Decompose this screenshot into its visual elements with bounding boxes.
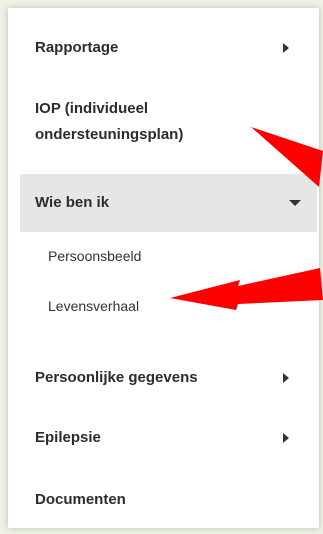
chevron-down-icon[interactable] [289,200,301,206]
chevron-right-icon[interactable] [283,433,289,443]
submenu-item-levensverhaal[interactable]: Levensverhaal [48,298,139,314]
annotation-arrow-icon [251,127,323,187]
submenu-item-persoonsbeeld[interactable]: Persoonsbeeld [48,248,141,264]
chevron-right-icon[interactable] [283,373,289,383]
menu-item-label: Epilepsie [35,429,101,446]
menu-item-label-line1: IOP (individueel [35,100,149,117]
menu-item-label: Persoonlijke gegevens [35,369,198,386]
menu-item-label: Documenten [35,491,126,508]
menu-item-label: Rapportage [35,39,119,56]
menu-item-documenten[interactable]: Documenten [35,488,307,512]
menu-item-label-line2: ondersteuningsplan) [35,126,184,143]
menu-item-rapportage[interactable]: Rapportage [35,36,307,60]
menu-item-persoonlijke-gegevens[interactable]: Persoonlijke gegevens [35,366,307,390]
menu-item-label: Wie ben ik [35,194,110,211]
menu-item-epilepsie[interactable]: Epilepsie [35,426,307,450]
chevron-right-icon[interactable] [283,43,289,53]
annotation-arrow-icon [170,268,323,310]
